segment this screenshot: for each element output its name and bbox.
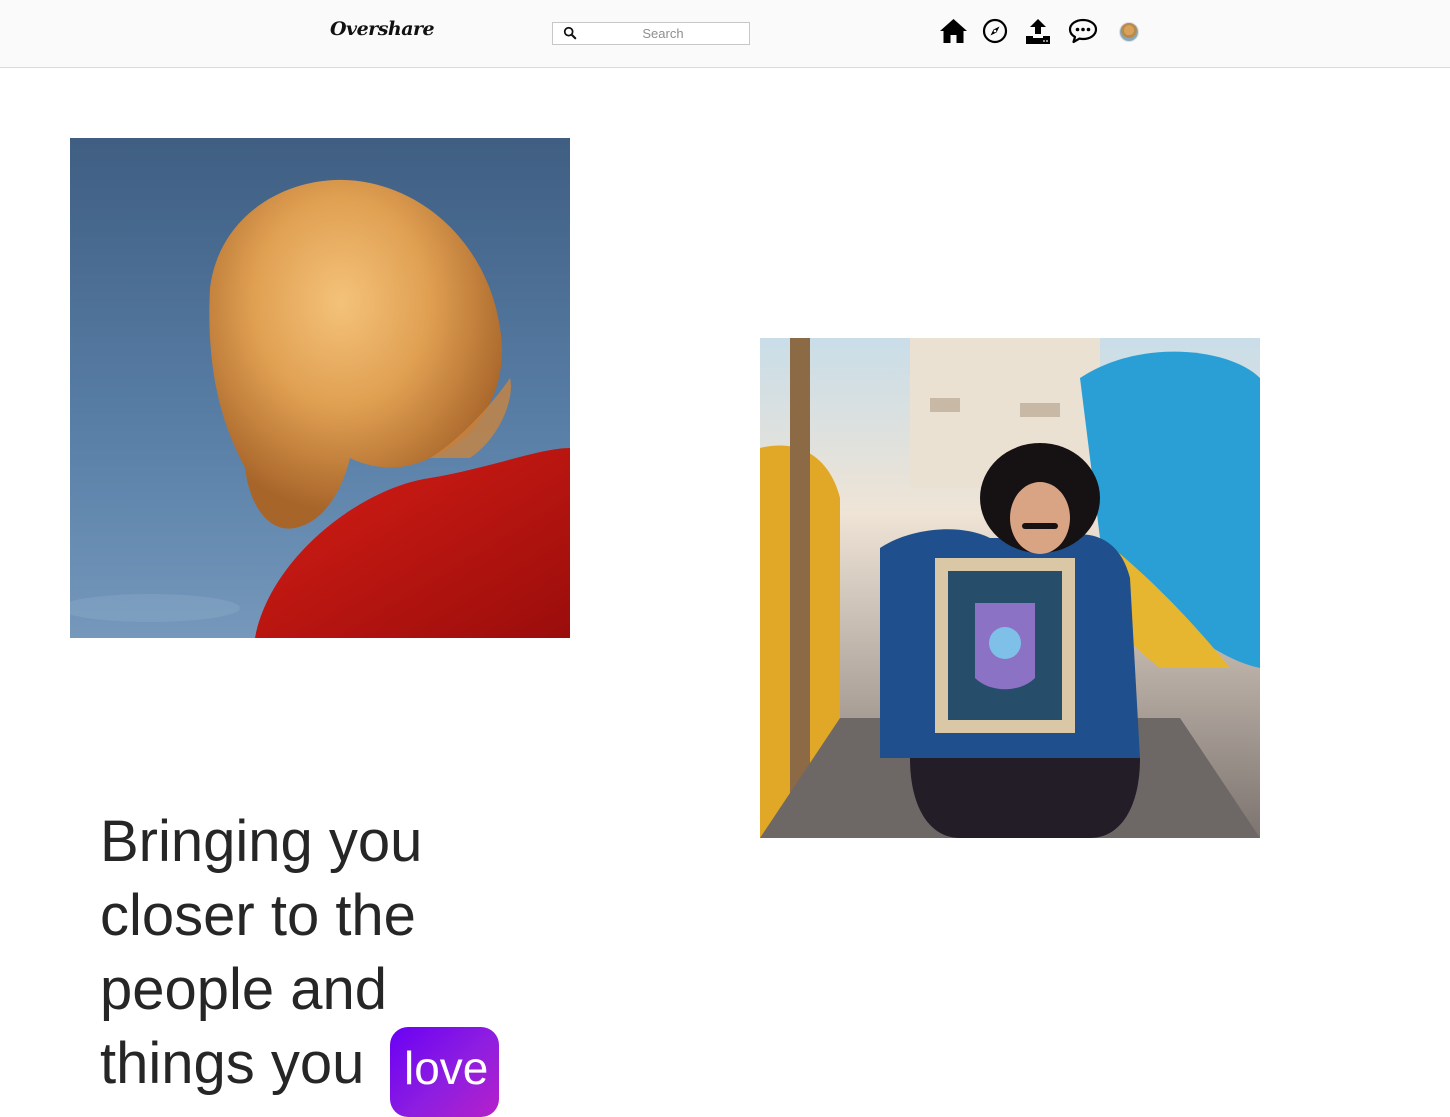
search-field[interactable]	[552, 22, 750, 45]
photo-image	[760, 338, 1260, 838]
hero-line-2: closer to the	[100, 883, 416, 948]
home-icon	[939, 19, 967, 43]
upload-button[interactable]	[1023, 16, 1053, 46]
hero-line-1: Bringing you	[100, 809, 423, 874]
love-badge-label: love	[404, 1042, 489, 1094]
upload-icon	[1026, 19, 1050, 44]
top-navigation-bar: Overshare	[0, 0, 1450, 68]
chat-icon	[1068, 18, 1098, 44]
love-badge: love	[390, 1027, 499, 1117]
compass-icon	[982, 18, 1008, 44]
home-button[interactable]	[938, 16, 968, 46]
explore-button[interactable]	[980, 16, 1010, 46]
hero-line-3: people and	[100, 957, 388, 1022]
photo-image	[70, 138, 570, 638]
search-icon	[563, 26, 577, 40]
feed-photo-blonde-hair[interactable]	[70, 138, 570, 638]
search-input[interactable]	[583, 23, 743, 44]
messages-button[interactable]	[1068, 16, 1098, 46]
app-logo[interactable]: Overshare	[330, 18, 435, 40]
feed-photo-framed-picture[interactable]	[760, 338, 1260, 838]
profile-avatar[interactable]	[1119, 22, 1139, 42]
